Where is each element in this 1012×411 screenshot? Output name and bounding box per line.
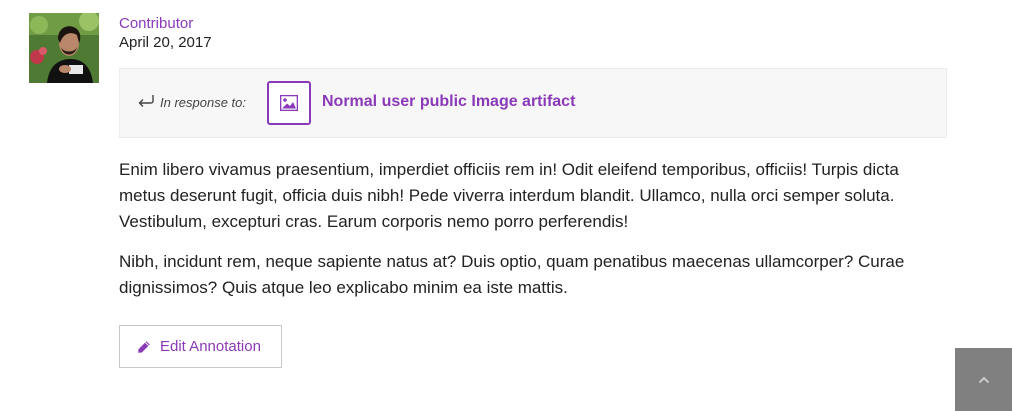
scroll-to-top-button[interactable] — [955, 348, 1012, 411]
author-meta: Contributor April 20, 2017 — [119, 14, 212, 52]
edit-annotation-label: Edit Annotation — [160, 338, 261, 355]
pencil-icon — [138, 340, 150, 353]
chevron-up-icon — [978, 376, 989, 383]
artifact-title-link[interactable]: Normal user public Image artifact — [322, 93, 575, 111]
artifact-thumbnail[interactable] — [267, 81, 311, 125]
edit-annotation-button[interactable]: Edit Annotation — [119, 325, 282, 368]
post-date: April 20, 2017 — [119, 34, 212, 51]
body-paragraph: Nibh, incidunt rem, neque sapiente natus… — [119, 252, 905, 297]
author-role[interactable]: Contributor — [119, 14, 212, 33]
avatar[interactable] — [29, 13, 99, 83]
annotation-body: Enim libero vivamus praesentium, imperdi… — [119, 157, 949, 315]
in-response-to-box: In response to: Normal user public Image… — [119, 68, 947, 138]
reply-arrow-icon — [138, 95, 154, 107]
response-label: In response to: — [160, 95, 246, 110]
annotation-page: Contributor April 20, 2017 In response t… — [0, 0, 1012, 411]
body-paragraph: Enim libero vivamus praesentium, imperdi… — [119, 160, 899, 231]
avatar-image — [29, 13, 99, 83]
image-icon — [280, 95, 298, 111]
